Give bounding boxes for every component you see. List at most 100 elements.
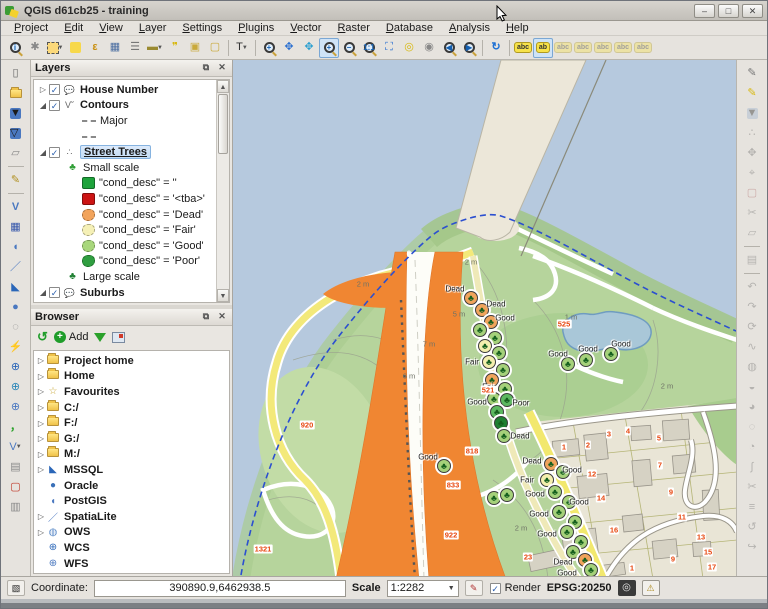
layer-row-street-trees[interactable]: ◢✓∴Street Trees: [36, 144, 216, 160]
expand-icon[interactable]: ▷: [36, 512, 46, 521]
zoom-in-icon[interactable]: +: [319, 38, 339, 58]
menu-edit[interactable]: Edit: [57, 21, 90, 35]
browser-filter-button[interactable]: [94, 333, 106, 342]
identify-features-icon[interactable]: i: [5, 38, 25, 58]
pan-to-selection-icon[interactable]: ✥: [299, 38, 319, 58]
menu-view[interactable]: View: [92, 21, 130, 35]
touch-zoom-icon[interactable]: +: [259, 38, 279, 58]
browser-item-f[interactable]: ▷F:/: [36, 415, 229, 431]
browser-item-m[interactable]: ▷M:/: [36, 447, 229, 463]
add-wcs-layer-icon[interactable]: ⊕: [6, 377, 26, 397]
layer-row-contours[interactable]: ◢✓V˘Contours: [36, 98, 216, 114]
create-layer-icon[interactable]: ▤: [6, 457, 26, 477]
expand-icon[interactable]: ▷: [36, 419, 46, 428]
expand-icon[interactable]: ▷: [38, 85, 48, 94]
expand-icon[interactable]: ▷: [36, 356, 46, 365]
menu-raster[interactable]: Raster: [330, 21, 376, 35]
layer-visibility-checkbox[interactable]: ✓: [49, 287, 60, 298]
zoom-out-icon[interactable]: −: [339, 38, 359, 58]
expand-icon[interactable]: ▷: [36, 387, 46, 396]
browser-item-wms[interactable]: ▷⊕WMS: [36, 571, 229, 573]
new-bookmark-icon[interactable]: ▣: [185, 38, 205, 58]
menu-database[interactable]: Database: [379, 21, 440, 35]
menu-layer[interactable]: Layer: [132, 21, 174, 35]
layer-row-cond-desc[interactable]: "cond_desc" = '': [36, 176, 216, 192]
layer-visibility-checkbox[interactable]: ✓: [49, 84, 60, 95]
menu-project[interactable]: Project: [7, 21, 55, 35]
layers-scrollbar[interactable]: ▲ ▼: [216, 80, 229, 302]
layer-row-suburbs[interactable]: ◢✓💬Suburbs: [36, 285, 216, 301]
save-project-as-icon[interactable]: ▽: [6, 123, 26, 143]
browser-item-postgis[interactable]: ◖PostGIS: [36, 493, 229, 509]
messages-warning-icon[interactable]: ⚠: [642, 580, 660, 596]
menu-vector[interactable]: Vector: [283, 21, 328, 35]
extent-toggle-icon[interactable]: ▧: [7, 580, 25, 596]
toggle-editing-icon[interactable]: ✎: [742, 83, 762, 103]
layer-row-cond-desc-tba[interactable]: "cond_desc" = '<tba>': [36, 191, 216, 207]
expand-icon[interactable]: ▷: [36, 450, 46, 459]
new-project-icon[interactable]: ▯: [6, 63, 26, 83]
layer-row-house-number[interactable]: ▷✓💬House Number: [36, 82, 216, 98]
collapse-icon[interactable]: ◢: [38, 148, 48, 157]
maximize-button[interactable]: □: [718, 4, 739, 18]
map-refresh-icon[interactable]: ↻: [486, 38, 506, 58]
text-annotation-icon[interactable]: T▼: [232, 38, 252, 58]
render-toggle[interactable]: ✓ Render: [489, 582, 541, 594]
add-mssql-layer-icon[interactable]: ◣: [6, 277, 26, 297]
browser-refresh-button[interactable]: ↺: [37, 329, 48, 345]
map-tips-icon[interactable]: ❞: [165, 38, 185, 58]
browser-item-home[interactable]: ▷Home: [36, 369, 229, 385]
measure-icon[interactable]: ▬▼: [145, 38, 165, 58]
float-panel-icon[interactable]: ⧉: [200, 311, 212, 323]
add-postgis-layer-icon[interactable]: ◖: [6, 237, 26, 257]
scroll-down-icon[interactable]: ▼: [217, 289, 229, 302]
layer-row[interactable]: [36, 129, 216, 145]
browser-item-mssql[interactable]: ▷◣MSSQL: [36, 462, 229, 478]
browser-item-c[interactable]: ▷C:/: [36, 400, 229, 416]
render-checkbox[interactable]: ✓: [490, 583, 501, 594]
current-edits-icon[interactable]: ✎: [742, 63, 762, 83]
expand-icon[interactable]: ▷: [36, 528, 46, 537]
collapse-icon[interactable]: ◢: [38, 101, 48, 110]
remove-layer-icon[interactable]: ▢: [6, 477, 26, 497]
expand-icon[interactable]: ▷: [36, 465, 46, 474]
layer-row-large-scale[interactable]: ♣Large scale: [36, 269, 216, 285]
zoom-full-icon[interactable]: ⛶: [379, 38, 399, 58]
add-memory-layer-icon[interactable]: ◌: [6, 317, 26, 337]
add-delimited-text-icon[interactable]: ，: [6, 417, 26, 437]
menu-analysis[interactable]: Analysis: [442, 21, 497, 35]
layer-row[interactable]: [36, 300, 216, 302]
layer-row-small-scale[interactable]: ♣Small scale: [36, 160, 216, 176]
expand-icon[interactable]: ▷: [36, 403, 46, 412]
browser-item-project-home[interactable]: ▷Project home: [36, 353, 229, 369]
deselect-all-icon[interactable]: [65, 38, 85, 58]
layer-row-cond-desc-fair[interactable]: "cond_desc" = 'Fair': [36, 222, 216, 238]
pan-map-icon[interactable]: ✥: [279, 38, 299, 58]
add-oracle-layer-icon[interactable]: ●: [6, 297, 26, 317]
layer-row-major[interactable]: Major: [36, 113, 216, 129]
zoom-native-icon[interactable]: 1:1: [359, 38, 379, 58]
browser-item-oracle[interactable]: ●Oracle: [36, 478, 229, 494]
float-panel-icon[interactable]: ⧉: [200, 62, 212, 74]
browser-item-ows[interactable]: ▷◍OWS: [36, 525, 229, 541]
browser-add-button[interactable]: +Add: [54, 331, 89, 343]
select-by-expression-icon[interactable]: ε: [85, 38, 105, 58]
save-project-icon[interactable]: ▼: [6, 103, 26, 123]
open-project-icon[interactable]: [6, 83, 26, 103]
pin-labels-icon[interactable]: ab: [533, 38, 553, 58]
layer-visibility-checkbox[interactable]: ✓: [49, 147, 60, 158]
add-oracle-georaster-icon[interactable]: ⚡: [6, 337, 26, 357]
show-bookmarks-icon[interactable]: ▢: [205, 38, 225, 58]
browser-item-g[interactable]: ▷G:/: [36, 431, 229, 447]
composer-manager-icon[interactable]: ✎: [6, 170, 26, 190]
scale-combobox[interactable]: 1:2282 ▼: [387, 580, 459, 597]
menu-settings[interactable]: Settings: [175, 21, 229, 35]
browser-item-favourites[interactable]: ▷☆Favourites: [36, 384, 229, 400]
close-panel-icon[interactable]: ✕: [216, 62, 228, 74]
minimize-button[interactable]: –: [694, 4, 715, 18]
close-button[interactable]: ✕: [742, 4, 763, 18]
zoom-to-selection-icon[interactable]: ◎: [399, 38, 419, 58]
new-print-composer-icon[interactable]: ▱: [6, 143, 26, 163]
add-wfs-layer-icon[interactable]: ⊕: [6, 397, 26, 417]
zoom-next-icon[interactable]: ▶: [459, 38, 479, 58]
